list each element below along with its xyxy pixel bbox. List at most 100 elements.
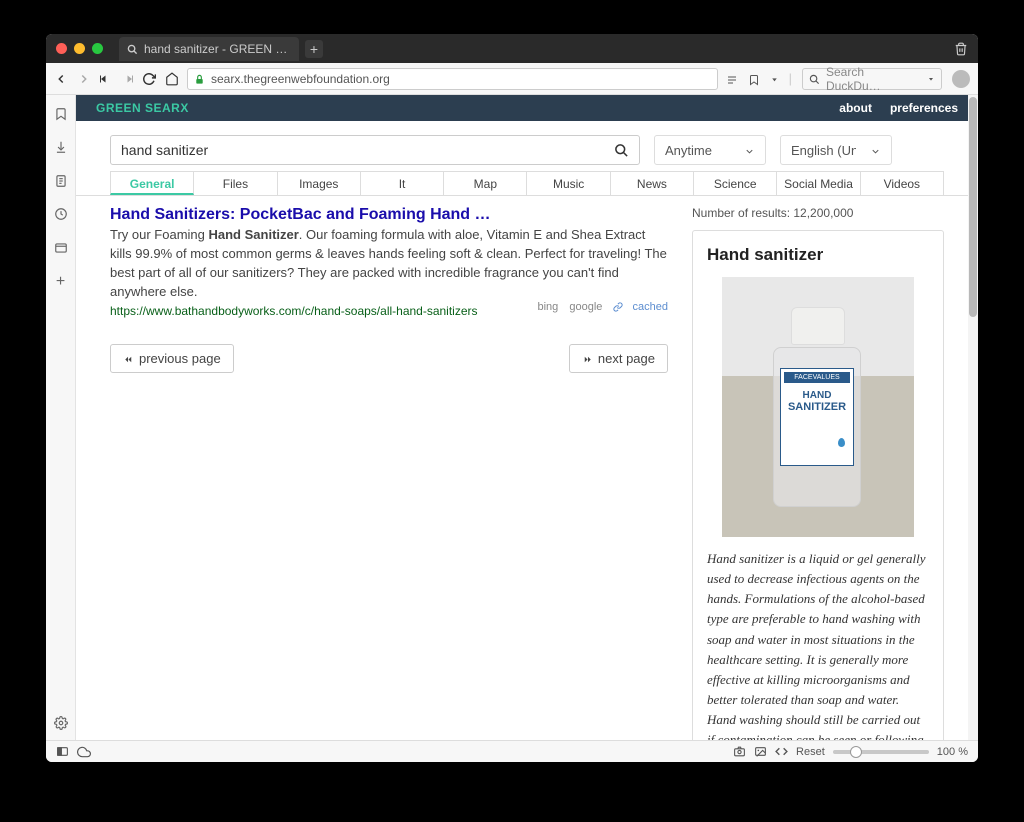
tab-videos[interactable]: Videos (861, 171, 944, 195)
chevron-down-icon (927, 72, 935, 86)
minimize-window-button[interactable] (74, 43, 85, 54)
infobox-title: Hand sanitizer (707, 245, 929, 265)
search-icon (127, 42, 138, 56)
search-result: Hand Sanitizers: PocketBac and Foaming H… (110, 206, 668, 318)
brand-logo[interactable]: GREEN SEARX (96, 101, 189, 115)
search-input[interactable] (111, 142, 603, 158)
downloads-rail-icon[interactable] (54, 139, 68, 155)
source-google[interactable]: google (569, 301, 602, 313)
zoom-slider-thumb[interactable] (850, 746, 862, 758)
result-url[interactable]: https://www.bathandbodyworks.com/c/hand-… (110, 304, 478, 318)
language-dropdown[interactable]: English (United Sta (780, 135, 892, 165)
code-icon[interactable] (775, 745, 788, 758)
zoom-level: 100 % (937, 746, 968, 758)
notes-rail-icon[interactable] (54, 172, 68, 188)
double-chevron-left-icon (123, 351, 134, 366)
tab-it[interactable]: It (361, 171, 444, 195)
infobox: Hand sanitizer FACEVALUES HAND SANITIZER (692, 230, 944, 740)
forward-button[interactable] (77, 72, 91, 86)
reader-icon[interactable] (726, 71, 738, 86)
tab-map[interactable]: Map (444, 171, 527, 195)
search-box (110, 135, 640, 165)
page-content: GREEN SEARX about preferences Anytime En… (76, 95, 978, 740)
url-field[interactable]: searx.thegreenwebfoundation.org (187, 68, 718, 90)
rewind-button[interactable] (100, 73, 112, 85)
result-sources: bing google cached (537, 301, 668, 313)
status-bar: Reset 100 % (46, 740, 978, 762)
searx-topbar: GREEN SEARX about preferences (76, 95, 978, 121)
close-window-button[interactable] (56, 43, 67, 54)
scrollbar-thumb[interactable] (969, 97, 977, 317)
back-button[interactable] (54, 72, 68, 86)
source-bing[interactable]: bing (537, 301, 558, 313)
browser-window: hand sanitizer - GREEN SEA + searx.thegr… (46, 34, 978, 762)
nav-buttons (54, 72, 179, 86)
next-page-button[interactable]: next page (569, 344, 668, 373)
tab-images[interactable]: Images (278, 171, 361, 195)
search-icon (809, 72, 820, 86)
time-filter-dropdown[interactable]: Anytime (654, 135, 766, 165)
scrollbar[interactable] (968, 95, 978, 740)
new-tab-button[interactable]: + (305, 40, 323, 58)
url-right-controls: | Search DuckDu… (726, 68, 970, 90)
time-filter-value: Anytime (665, 143, 712, 158)
browser-search-field[interactable]: Search DuckDu… (802, 68, 942, 90)
tab-news[interactable]: News (611, 171, 694, 195)
maximize-window-button[interactable] (92, 43, 103, 54)
double-chevron-right-icon (582, 351, 593, 366)
tab-general[interactable]: General (110, 171, 194, 195)
previous-page-button[interactable]: previous page (110, 344, 234, 373)
window-rail-icon[interactable] (54, 239, 68, 255)
preferences-link[interactable]: preferences (890, 101, 958, 115)
browser-tab[interactable]: hand sanitizer - GREEN SEA (119, 37, 299, 61)
dropdown-icon[interactable] (770, 71, 779, 86)
window-titlebar: hand sanitizer - GREEN SEA + (46, 34, 978, 63)
add-rail-icon[interactable]: + (56, 273, 65, 291)
category-tabs: General Files Images It Map Music News S… (76, 171, 978, 196)
reset-zoom-link[interactable]: Reset (796, 746, 825, 758)
sanitizer-bottle-illustration: FACEVALUES HAND SANITIZER (773, 307, 863, 507)
tab-files[interactable]: Files (194, 171, 277, 195)
ffwd-button[interactable] (121, 73, 133, 85)
chevron-down-icon (744, 143, 755, 158)
result-snippet: Try our Foaming Hand Sanitizer. Our foam… (110, 226, 668, 301)
search-button[interactable] (603, 143, 639, 158)
settings-rail-icon[interactable] (54, 714, 68, 730)
sidebar-column: Number of results: 12,200,000 Hand sanit… (692, 206, 944, 740)
cloud-icon[interactable] (77, 745, 91, 759)
history-rail-icon[interactable] (54, 206, 68, 222)
language-value: English (United Sta (791, 143, 856, 158)
traffic-lights (56, 43, 103, 54)
browser-left-rail: + (46, 95, 76, 740)
zoom-slider[interactable] (833, 750, 929, 754)
results-count: Number of results: 12,200,000 (692, 206, 944, 220)
url-text: searx.thegreenwebfoundation.org (211, 72, 390, 86)
tab-science[interactable]: Science (694, 171, 777, 195)
about-link[interactable]: about (839, 101, 872, 115)
chevron-down-icon (870, 143, 881, 158)
panel-toggle-icon[interactable] (56, 745, 69, 758)
tab-title: hand sanitizer - GREEN SEA (144, 42, 291, 56)
trash-icon[interactable] (954, 41, 968, 57)
home-button[interactable] (165, 72, 179, 86)
reload-button[interactable] (142, 72, 156, 86)
results-body: Hand Sanitizers: PocketBac and Foaming H… (76, 196, 978, 740)
image-icon[interactable] (754, 745, 767, 758)
cached-link[interactable]: cached (633, 301, 668, 313)
pagination: previous page next page (110, 344, 668, 373)
bookmark-rail-icon[interactable] (54, 105, 68, 121)
top-nav: about preferences (839, 101, 958, 115)
infobox-description: Hand sanitizer is a liquid or gel genera… (707, 549, 929, 740)
camera-icon[interactable] (733, 745, 746, 758)
results-column: Hand Sanitizers: PocketBac and Foaming H… (110, 206, 668, 740)
search-placeholder: Search DuckDu… (826, 65, 921, 93)
tab-social-media[interactable]: Social Media (777, 171, 860, 195)
url-toolbar: searx.thegreenwebfoundation.org | Search… (46, 63, 978, 95)
result-title[interactable]: Hand Sanitizers: PocketBac and Foaming H… (110, 206, 668, 224)
link-icon (613, 301, 623, 313)
search-row: Anytime English (United Sta (76, 121, 978, 171)
profile-avatar[interactable] (952, 70, 970, 88)
bookmark-icon[interactable] (748, 71, 760, 86)
tab-music[interactable]: Music (527, 171, 610, 195)
content-area: + GREEN SEARX about preferences Anytime (46, 95, 978, 740)
